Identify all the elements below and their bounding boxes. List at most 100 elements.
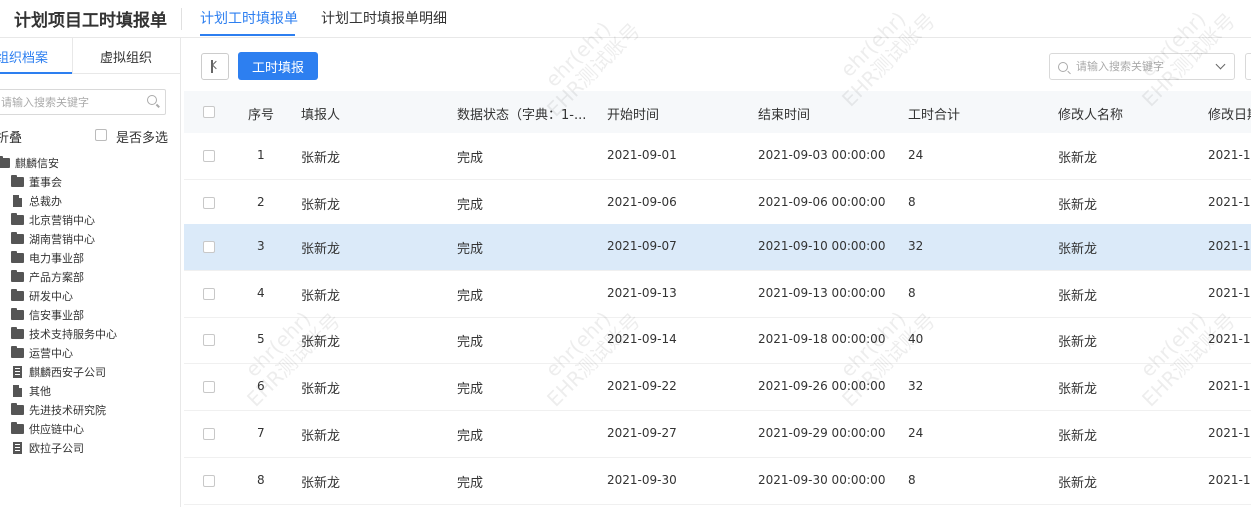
tree-node[interactable]: 总裁办: [11, 192, 62, 210]
file-icon: [13, 385, 22, 397]
chevron-left-icon: [211, 60, 221, 70]
table-row-selected[interactable]: 3 张新龙 完成 2021-09-07 2021-09-10 00:00:00 …: [184, 224, 1251, 271]
row-checkbox[interactable]: [203, 475, 215, 487]
cell-filler: 张新龙: [301, 382, 341, 397]
tree-node[interactable]: 电力事业部: [11, 249, 84, 267]
top-header: 计划项目工时填报单 计划工时填报单 计划工时填报单明细: [0, 0, 1251, 38]
main-search-box[interactable]: [1049, 53, 1235, 80]
column-header-hours[interactable]: 工时合计: [908, 104, 960, 123]
active-tab-indicator: [200, 34, 295, 36]
collapse-sidebar-button[interactable]: [201, 53, 229, 80]
chevron-down-icon[interactable]: [1215, 59, 1226, 70]
tree-node-label: 欧拉子公司: [29, 442, 84, 455]
cell-seq: 4: [257, 286, 265, 300]
table-row[interactable]: 8 张新龙 完成 2021-09-30 2021-09-30 00:00:00 …: [184, 458, 1251, 505]
row-checkbox[interactable]: [203, 288, 215, 300]
cell-end: 2021-09-10 00:00:00: [758, 239, 886, 253]
row-checkbox[interactable]: [203, 381, 215, 393]
toolbar-extra-button[interactable]: [1245, 53, 1251, 80]
table-row[interactable]: 5 张新龙 完成 2021-09-14 2021-09-18 00:00:00 …: [184, 317, 1251, 364]
tree-node[interactable]: 产品方案部: [11, 268, 84, 286]
row-checkbox[interactable]: [203, 197, 215, 209]
cell-filler: 张新龙: [301, 289, 341, 304]
column-header-modified-date[interactable]: 修改日期: [1208, 104, 1251, 123]
column-header-seq[interactable]: 序号: [248, 104, 274, 123]
tree-node-label: 产品方案部: [29, 271, 84, 284]
cell-seq: 1: [257, 148, 265, 162]
tree-node-label: 总裁办: [29, 195, 62, 208]
multi-select-checkbox[interactable]: [95, 129, 107, 141]
fold-toggle[interactable]: 折叠: [0, 127, 22, 146]
cell-status: 完成: [457, 151, 484, 166]
folder-icon: [0, 156, 10, 168]
table-row[interactable]: 6 张新龙 完成 2021-09-22 2021-09-26 00:00:00 …: [184, 364, 1251, 411]
row-checkbox[interactable]: [203, 150, 215, 162]
cell-end: 2021-09-18 00:00:00: [758, 332, 886, 346]
main-search-input[interactable]: [1076, 56, 1206, 77]
fill-hours-button[interactable]: 工时填报: [238, 52, 318, 80]
folder-icon: [11, 308, 24, 320]
cell-start: 2021-09-14: [607, 332, 677, 346]
tab-fill-form[interactable]: 计划工时填报单: [200, 8, 298, 28]
column-header-modifier[interactable]: 修改人名称: [1058, 104, 1123, 123]
tree-node[interactable]: 湖南营销中心: [11, 230, 95, 248]
cell-modifier: 张新龙: [1058, 242, 1098, 257]
tree-node[interactable]: 技术支持服务中心: [11, 325, 117, 343]
row-checkbox[interactable]: [203, 334, 215, 346]
tree-node-root[interactable]: 麒麟信安: [0, 154, 59, 172]
tree-node-label: 麒麟信安: [15, 157, 59, 170]
cell-filler: 张新龙: [301, 429, 341, 444]
cell-hours: 24: [908, 426, 924, 440]
table-header: 序号 填报人 数据状态（字典：1-... 开始时间 结束时间 工时合计 修改人名…: [184, 91, 1251, 133]
folder-icon: [11, 232, 24, 244]
table-row[interactable]: 1 张新龙 完成 2021-09-01 2021-09-03 00:00:00 …: [184, 133, 1251, 180]
tree-node-label: 技术支持服务中心: [29, 328, 117, 341]
cell-modifier: 张新龙: [1058, 429, 1098, 444]
tree-node[interactable]: 董事会: [11, 173, 62, 191]
cell-status: 完成: [457, 335, 484, 350]
tree-node[interactable]: 北京营销中心: [11, 211, 95, 229]
column-header-status[interactable]: 数据状态（字典：1-...: [457, 104, 586, 123]
column-header-start[interactable]: 开始时间: [607, 104, 659, 123]
select-all-checkbox[interactable]: [203, 106, 215, 118]
cell-filler: 张新龙: [301, 476, 341, 491]
tree-node[interactable]: 供应链中心: [11, 420, 84, 438]
cell-filler: 张新龙: [301, 198, 341, 213]
cell-modifier: 张新龙: [1058, 151, 1098, 166]
table-row[interactable]: 7 张新龙 完成 2021-09-27 2021-09-29 00:00:00 …: [184, 411, 1251, 458]
cell-start: 2021-09-13: [607, 286, 677, 300]
sidebar-tab-virtual-org[interactable]: 虚拟组织: [100, 47, 152, 66]
cell-start: 2021-09-01: [607, 148, 677, 162]
tree-node[interactable]: 其他: [11, 382, 51, 400]
row-checkbox[interactable]: [203, 241, 215, 253]
table-row[interactable]: 2 张新龙 完成 2021-09-06 2021-09-06 00:00:00 …: [184, 180, 1251, 227]
tree-node[interactable]: 信安事业部: [11, 306, 84, 324]
folder-icon: [11, 175, 24, 187]
cell-modifier: 张新龙: [1058, 198, 1098, 213]
search-icon[interactable]: [147, 95, 157, 105]
sidebar-active-tab-indicator: [0, 72, 72, 74]
tree-node-label: 麒麟西安子公司: [29, 366, 106, 379]
cell-modified-date: 2021-11: [1208, 426, 1251, 440]
sidebar-search-input[interactable]: [0, 90, 135, 114]
tree-node[interactable]: 运营中心: [11, 344, 73, 362]
search-icon: [1058, 62, 1068, 72]
sidebar-search-box[interactable]: [0, 89, 166, 115]
column-header-end[interactable]: 结束时间: [758, 104, 810, 123]
column-header-filler[interactable]: 填报人: [301, 104, 340, 123]
cell-modifier: 张新龙: [1058, 382, 1098, 397]
cell-end: 2021-09-13 00:00:00: [758, 286, 886, 300]
tree-node[interactable]: 先进技术研究院: [11, 401, 106, 419]
cell-status: 完成: [457, 289, 484, 304]
tree-node[interactable]: 研发中心: [11, 287, 73, 305]
row-checkbox[interactable]: [203, 428, 215, 440]
cell-modified-date: 2021-11: [1208, 473, 1251, 487]
table-row[interactable]: 4 张新龙 完成 2021-09-13 2021-09-13 00:00:00 …: [184, 271, 1251, 318]
tree-node[interactable]: 麒麟西安子公司: [11, 363, 106, 381]
sidebar-tab-org-archive[interactable]: 组织档案: [0, 47, 48, 66]
cell-modifier: 张新龙: [1058, 476, 1098, 491]
tab-fill-form-detail[interactable]: 计划工时填报单明细: [321, 8, 447, 28]
tree-node[interactable]: 欧拉子公司: [11, 439, 84, 457]
app-window: 计划项目工时填报单 计划工时填报单 计划工时填报单明细 组织档案 虚拟组织 折叠…: [0, 0, 1251, 507]
cell-modified-date: 2021-11: [1208, 286, 1251, 300]
